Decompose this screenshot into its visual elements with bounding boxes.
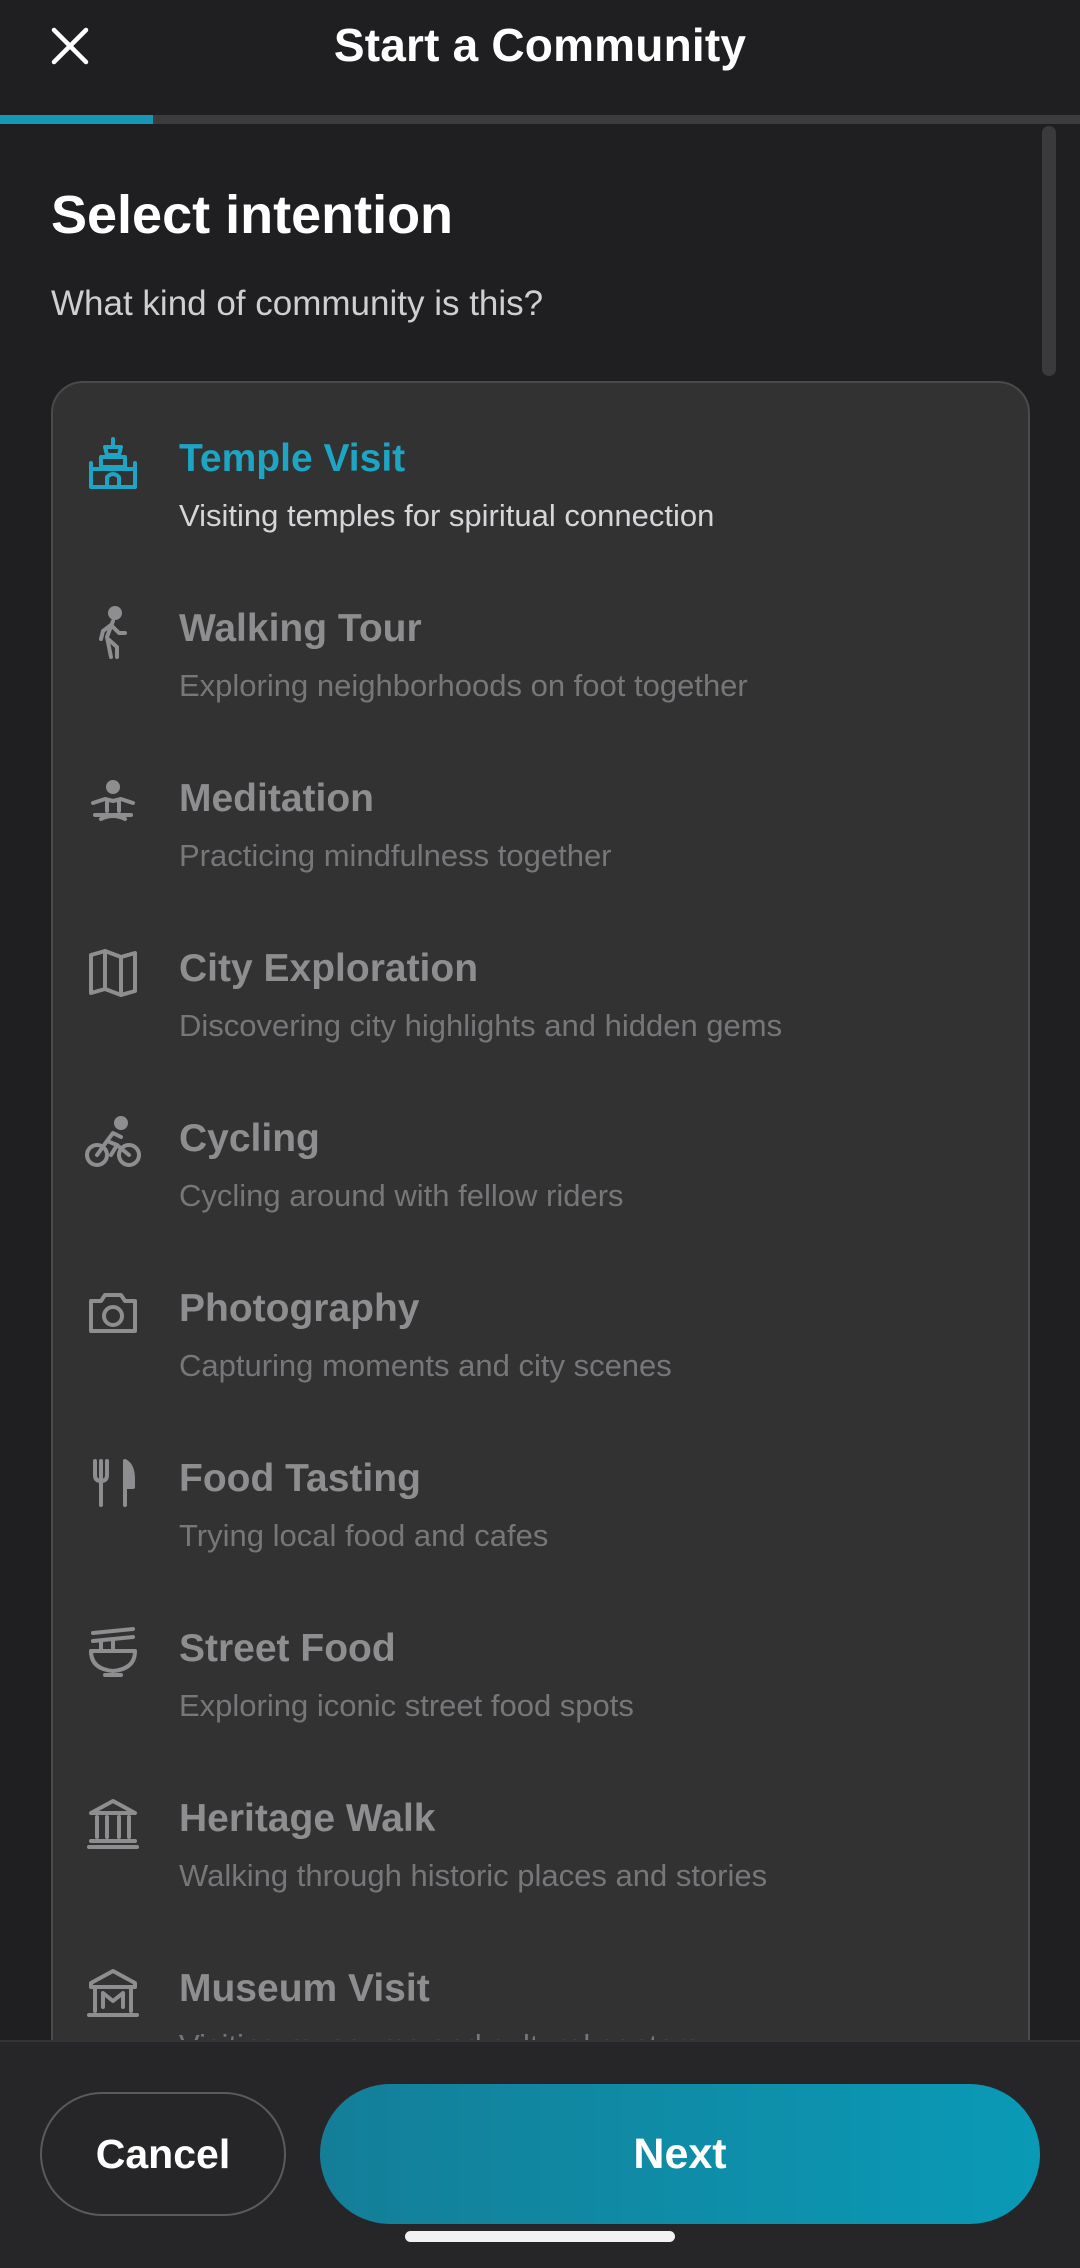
option-description: Visiting temples for spiritual connectio… <box>179 498 715 533</box>
museum-icon <box>83 1963 143 2023</box>
header-title: Start a Community <box>333 19 747 71</box>
next-button[interactable]: Next <box>320 2084 1040 2224</box>
option-description: Capturing moments and city scenes <box>179 1348 672 1383</box>
option-description: Cycling around with fellow riders <box>179 1178 624 1213</box>
option-title: Heritage Walk <box>179 1797 436 1840</box>
option-food-tasting[interactable]: Food Tasting Trying local food and cafes <box>53 1403 1028 1573</box>
bicycle-icon <box>83 1113 143 1173</box>
option-meditation[interactable]: Meditation Practicing mindfulness togeth… <box>53 723 1028 893</box>
progress-fill <box>0 115 154 124</box>
option-temple-visit[interactable]: Temple Visit Visiting temples for spirit… <box>53 383 1028 553</box>
scrollbar[interactable] <box>1042 126 1056 376</box>
option-title: Cycling <box>179 1117 320 1160</box>
option-title: Walking Tour <box>179 607 422 650</box>
intention-list: Temple Visit Visiting temples for spirit… <box>51 381 1030 2105</box>
option-heritage-walk[interactable]: Heritage Walk Walking through historic p… <box>53 1743 1028 1913</box>
option-title: Street Food <box>179 1627 396 1670</box>
option-street-food[interactable]: Street Food Exploring iconic street food… <box>53 1573 1028 1743</box>
option-walking-tour[interactable]: Walking Tour Exploring neighborhoods on … <box>53 553 1028 723</box>
heritage-building-icon <box>83 1793 143 1853</box>
fork-knife-icon <box>83 1453 143 1513</box>
option-description: Practicing mindfulness together <box>179 838 612 873</box>
progress-bar <box>0 115 1080 124</box>
camera-icon <box>83 1283 143 1343</box>
walking-icon <box>83 603 143 663</box>
noodle-bowl-icon <box>83 1623 143 1683</box>
option-title: Photography <box>179 1287 420 1330</box>
option-title: Food Tasting <box>179 1457 421 1500</box>
page-subtitle: What kind of community is this? <box>51 284 544 323</box>
header-bar: Start a Community <box>0 0 1080 115</box>
option-description: Exploring iconic street food spots <box>179 1688 634 1723</box>
page-title: Select intention <box>51 185 454 245</box>
home-indicator[interactable] <box>405 2231 675 2242</box>
option-description: Discovering city highlights and hidden g… <box>179 1008 783 1043</box>
temple-icon <box>83 433 143 493</box>
cancel-button[interactable]: Cancel <box>40 2092 286 2216</box>
map-icon <box>83 943 143 1003</box>
option-description: Exploring neighborhoods on foot together <box>179 668 748 703</box>
option-photography[interactable]: Photography Capturing moments and city s… <box>53 1233 1028 1403</box>
option-title: Temple Visit <box>179 437 406 480</box>
option-title: Meditation <box>179 777 374 820</box>
option-title: City Exploration <box>179 947 479 990</box>
option-description: Trying local food and cafes <box>179 1518 549 1553</box>
option-description: Walking through historic places and stor… <box>179 1858 768 1893</box>
option-cycling[interactable]: Cycling Cycling around with fellow rider… <box>53 1063 1028 1233</box>
option-title: Museum Visit <box>179 1967 430 2010</box>
meditation-icon <box>83 773 143 833</box>
option-city-exploration[interactable]: City Exploration Discovering city highli… <box>53 893 1028 1063</box>
